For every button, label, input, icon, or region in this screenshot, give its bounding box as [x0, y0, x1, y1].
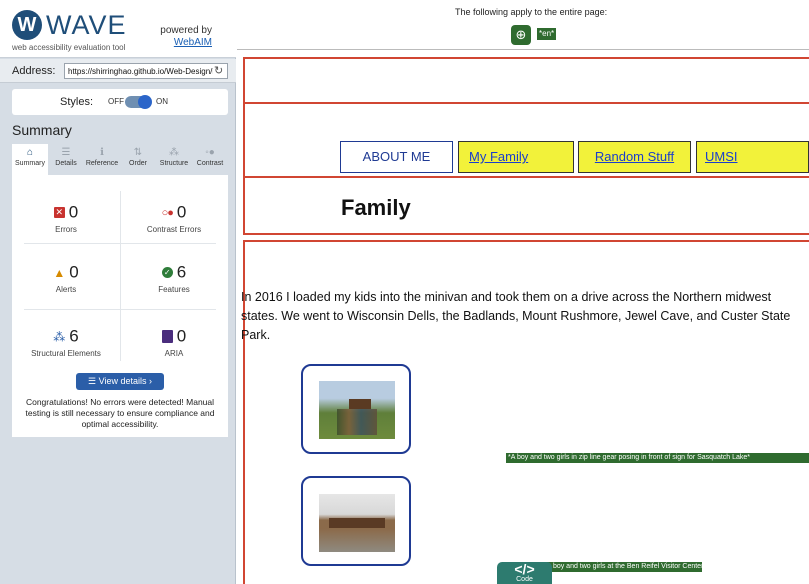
error-icon: ✕	[53, 207, 65, 219]
code-toggle-button[interactable]: </> Code	[497, 562, 552, 584]
photo-kids-group	[337, 409, 377, 435]
structural-label: Structural Elements	[31, 349, 101, 358]
nav-random-stuff[interactable]: Random Stuff	[578, 141, 691, 173]
alert-icon: ▲	[53, 265, 66, 280]
webaim-link[interactable]: WebAIM	[174, 37, 212, 48]
features-label: Features	[158, 285, 190, 294]
contrast-error-icon: ○●	[161, 206, 174, 219]
code-icon: </>	[514, 561, 535, 577]
address-input[interactable]	[64, 63, 228, 79]
page-title: Family	[341, 195, 411, 220]
list-icon: ☰	[61, 147, 71, 158]
tab-summary-label: Summary	[15, 160, 45, 167]
errors-label: Errors	[55, 225, 77, 234]
alt-text-badge[interactable]: *A boy and two girls at the Ben Reifel V…	[542, 562, 702, 572]
stat-features[interactable]: ✓ 6 Features	[120, 261, 228, 294]
nav-my-family[interactable]: My Family	[458, 141, 574, 173]
info-icon: ℹ	[100, 147, 104, 158]
stat-errors[interactable]: ✕ 0 Errors	[12, 201, 120, 234]
tab-reference[interactable]: ℹ Reference	[84, 144, 120, 175]
aria-label: ARIA	[164, 349, 184, 358]
applies-text: The following apply to the entire page:	[455, 7, 608, 17]
order-icon: ⇅	[133, 147, 143, 158]
photo-frame-zipline	[301, 364, 411, 454]
tab-details[interactable]: ☰ Details	[48, 144, 84, 175]
summary-panel: ✕ 0 Errors ○● 0 Contrast Errors ▲ 0 Alerts …	[12, 175, 228, 437]
panel-tabs: ⌂ Summary ☰ Details ℹ Reference ⇅ Order …	[12, 144, 228, 175]
tab-contrast[interactable]: ◦● Contrast	[192, 144, 228, 175]
intro-paragraph: In 2016 I loaded my kids into the miniva…	[241, 290, 791, 342]
congratulations-message: Congratulations! No errors were detected…	[25, 397, 215, 429]
styles-panel: Styles: OFF ON	[12, 89, 228, 115]
errors-count: 0	[68, 202, 79, 222]
styles-on-label: ON	[156, 97, 168, 106]
styles-toggle[interactable]	[125, 95, 152, 109]
styles-toggle-knob	[138, 95, 152, 109]
tab-summary[interactable]: ⌂ Summary	[12, 144, 48, 175]
feature-check-icon: ✓	[161, 267, 173, 279]
stat-aria[interactable]: 0 ARIA	[120, 325, 228, 358]
stat-structural-elements[interactable]: ⁂ 6 Structural Elements	[12, 325, 120, 358]
page-level-bar: The following apply to the entire page: …	[237, 0, 809, 50]
structure-icon: ⁂	[53, 329, 66, 344]
tab-structure-label: Structure	[159, 160, 189, 167]
tab-order-label: Order	[129, 160, 147, 167]
address-bar: Address: ↻	[0, 59, 236, 83]
nav-umsi[interactable]: UMSI	[696, 141, 809, 173]
home-icon: ⌂	[26, 147, 34, 158]
alt-text-badge[interactable]: *A boy and two girls in zip line gear po…	[506, 453, 809, 463]
features-count: 6	[176, 262, 187, 282]
photo-visitor-center	[319, 494, 395, 552]
code-tab-label: Code	[516, 576, 533, 583]
styles-label: Styles:	[60, 96, 94, 108]
alerts-label: Alerts	[55, 285, 77, 294]
aria-icon	[161, 330, 173, 344]
stat-divider-vertical	[120, 191, 121, 361]
contrast-errors-label: Contrast Errors	[146, 225, 202, 234]
wave-header: W WAVE web accessibility evaluation tool…	[0, 0, 236, 58]
tab-reference-label: Reference	[85, 160, 119, 167]
tab-details-label: Details	[55, 160, 77, 167]
powered-by-text: powered by	[160, 25, 212, 36]
address-label: Address:	[12, 65, 56, 77]
photo-sasquatch-sign	[349, 399, 371, 409]
stat-contrast-errors[interactable]: ○● 0 Contrast Errors	[120, 201, 228, 234]
styles-off-label: OFF	[108, 97, 124, 106]
wave-wordmark: WAVE	[46, 10, 127, 40]
language-badge[interactable]: *en*	[537, 28, 557, 40]
globe-icon[interactable]: ⊕	[511, 25, 531, 45]
summary-heading: Summary	[12, 122, 72, 138]
tab-structure[interactable]: ⁂ Structure	[156, 144, 192, 175]
wave-sidebar: W WAVE web accessibility evaluation tool…	[0, 0, 236, 584]
view-details-button[interactable]: ☰ View details ›	[76, 373, 164, 390]
wave-tagline: web accessibility evaluation tool	[12, 43, 126, 52]
stat-alerts[interactable]: ▲ 0 Alerts	[12, 261, 120, 294]
tab-order[interactable]: ⇅ Order	[120, 144, 156, 175]
aria-count: 0	[176, 326, 187, 346]
contrast-icon: ◦●	[205, 147, 215, 158]
photo-frame-visitor-center	[301, 476, 411, 566]
reload-icon[interactable]: ↻	[214, 64, 223, 77]
photo-zipline-kids	[319, 381, 395, 439]
structure-icon: ⁂	[169, 147, 179, 158]
photo-visitor-center-sign	[329, 518, 385, 528]
tab-contrast-label: Contrast	[196, 160, 224, 167]
wave-logo-icon: W	[12, 10, 42, 40]
nav-about-me[interactable]: ABOUT ME	[340, 141, 453, 173]
contrast-errors-count: 0	[176, 202, 187, 222]
structural-count: 6	[69, 326, 79, 346]
evaluated-page: The following apply to the entire page: …	[237, 0, 809, 584]
alerts-count: 0	[69, 262, 79, 282]
